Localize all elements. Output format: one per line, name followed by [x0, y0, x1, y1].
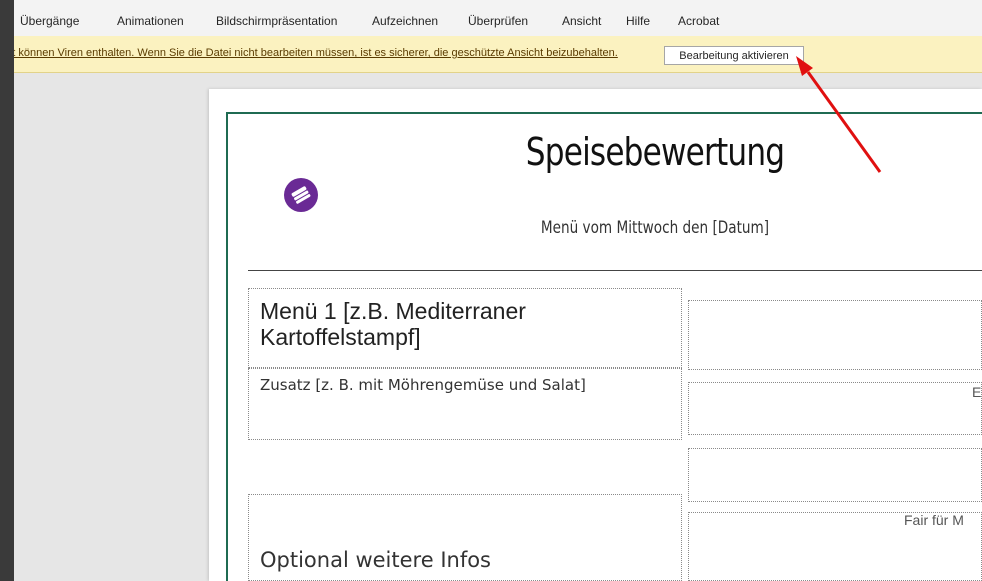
rating-placeholder-3[interactable] — [688, 448, 982, 502]
rating-placeholder-1[interactable] — [688, 300, 982, 370]
protected-view-message[interactable]: net können Viren enthalten. Wenn Sie die… — [0, 47, 618, 59]
tab-uebergaenge[interactable]: Übergänge — [20, 14, 79, 28]
tab-ueberpruefen[interactable]: Überprüfen — [468, 14, 528, 28]
menu-title: Menü 1 [z.B. Mediterraner Kartoffelstamp… — [260, 298, 526, 350]
rating-placeholder-2[interactable] — [688, 382, 982, 435]
slide-title: Speisebewertung — [525, 130, 785, 174]
optional-info-text: Optional weitere Infos — [260, 548, 491, 572]
tab-animationen[interactable]: Animationen — [117, 14, 184, 28]
tab-hilfe[interactable]: Hilfe — [626, 14, 650, 28]
tab-acrobat[interactable]: Acrobat — [678, 14, 719, 28]
ribbon-tab-bar: Übergänge Animationen Bildschirmpräsenta… — [0, 0, 982, 37]
fork-knife-icon — [284, 178, 318, 212]
enable-editing-button[interactable]: Bearbeitung aktivieren — [664, 46, 804, 65]
protected-view-message-bar: net können Viren enthalten. Wenn Sie die… — [0, 36, 982, 73]
title-divider — [248, 270, 982, 271]
slide-subtitle: Menü vom Mittwoch den [Datum] — [540, 218, 770, 238]
tab-aufzeichnen[interactable]: Aufzeichnen — [372, 14, 438, 28]
tab-ansicht[interactable]: Ansicht — [562, 14, 601, 28]
menu-extra-text: Zusatz [z. B. mit Möhrengemüse und Salat… — [260, 376, 586, 394]
tab-bildschirmpraesentation[interactable]: Bildschirmpräsentation — [216, 14, 337, 28]
rating-label-fragment-1: E — [972, 384, 982, 400]
rating-label-fragment-2: Fair für M — [904, 512, 964, 528]
window-frame-left — [0, 0, 14, 581]
